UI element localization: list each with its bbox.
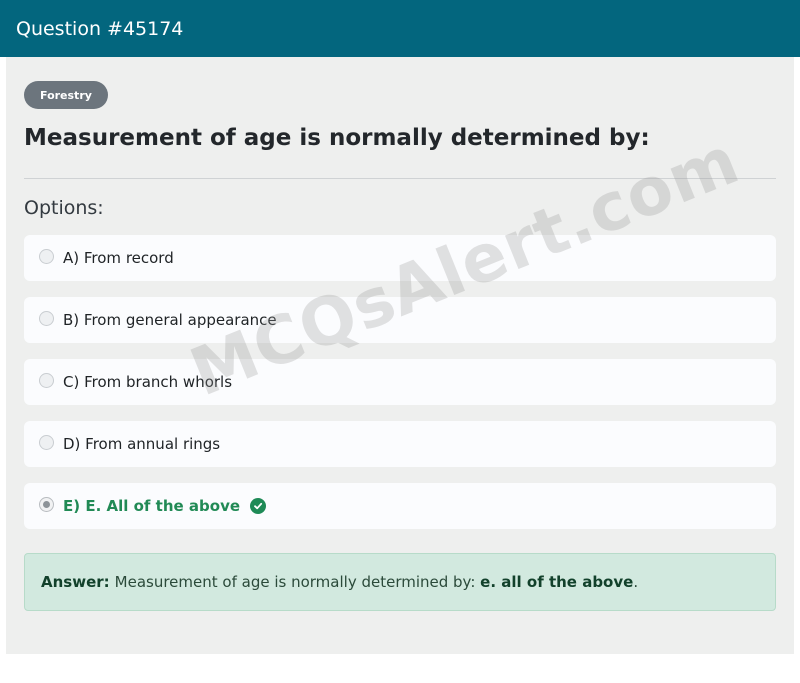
answer-label: Answer: xyxy=(41,573,110,591)
question-text: Measurement of age is normally determine… xyxy=(24,125,650,151)
answer-box: Answer: Measurement of age is normally d… xyxy=(24,553,776,611)
answer-text: Measurement of age is normally determine… xyxy=(114,573,481,591)
radio-button-selected[interactable] xyxy=(39,496,54,512)
radio-button[interactable] xyxy=(39,434,54,450)
option-label: B) From general appearance xyxy=(63,311,277,329)
divider xyxy=(24,178,776,179)
options-heading: Options: xyxy=(24,197,104,219)
category-badge[interactable]: Forestry xyxy=(24,81,108,109)
option-c[interactable]: C) From branch whorls xyxy=(24,359,776,405)
option-d[interactable]: D) From annual rings xyxy=(24,421,776,467)
option-b[interactable]: B) From general appearance xyxy=(24,297,776,343)
option-a[interactable]: A) From record xyxy=(24,235,776,281)
answer-value: e. all of the above xyxy=(480,573,634,591)
radio-button[interactable] xyxy=(39,372,54,388)
option-label: C) From branch whorls xyxy=(63,373,233,391)
answer-period: . xyxy=(633,573,639,591)
option-label: A) From record xyxy=(63,249,174,267)
question-card: Forestry Measurement of age is normally … xyxy=(6,57,794,654)
option-label: E) E. All of the above xyxy=(63,497,241,515)
option-label: D) From annual rings xyxy=(63,435,221,453)
option-e[interactable]: E) E. All of the above xyxy=(24,483,776,529)
radio-button[interactable] xyxy=(39,248,54,264)
check-circle-icon xyxy=(250,498,267,514)
question-number-title: Question #45174 xyxy=(16,17,184,40)
radio-button[interactable] xyxy=(39,310,54,326)
header-bar: Question #45174 xyxy=(0,0,800,57)
